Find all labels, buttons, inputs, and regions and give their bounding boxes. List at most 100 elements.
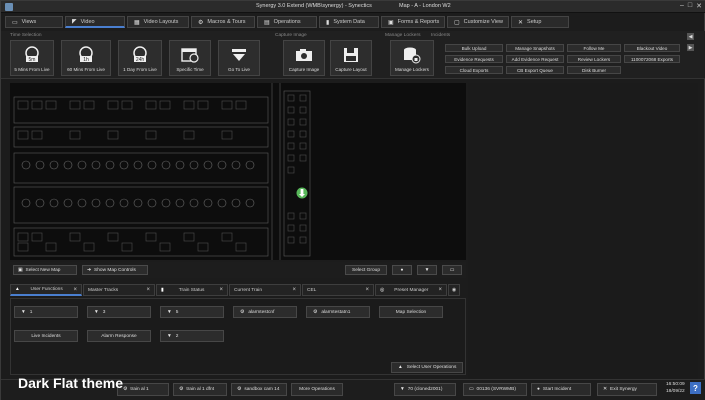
status-train-al-1-button[interactable]: ⚙ train al 1 <box>117 383 169 396</box>
disk-burner-button[interactable]: Disk Burner <box>567 66 621 74</box>
monitor-icon: ▭ <box>12 19 18 26</box>
close-tab-icon[interactable]: × <box>438 287 442 293</box>
function-button-alarmtestatn1[interactable]: ⚙ alarmtestatn1 <box>306 306 370 318</box>
svg-text:5m: 5m <box>29 57 36 63</box>
forms-icon: ▣ <box>388 19 394 26</box>
map-icon: ▣ <box>18 267 23 273</box>
function-button-2[interactable]: ▼ 2 <box>160 330 224 342</box>
function-button-1[interactable]: ▼ 1 <box>14 306 78 318</box>
clock-1h-icon: 1h <box>76 46 96 64</box>
preset-icon-button[interactable]: ▼ <box>417 265 437 275</box>
exit-synergy-button[interactable]: ✕ Exit Synergy <box>597 383 657 396</box>
svg-text:24h: 24h <box>136 57 145 63</box>
manage-snapshots-button[interactable]: Manage Snapshots <box>506 44 564 52</box>
monitor-icon: ▭ <box>469 387 474 392</box>
status-camera-button[interactable]: ▼ 70 (cloned2001) <box>394 383 456 396</box>
tab-views[interactable]: ▭ Views <box>5 16 63 28</box>
close-tab-icon[interactable]: × <box>219 287 223 293</box>
tab-current-train[interactable]: Current Train × <box>229 284 301 296</box>
select-user-operations-button[interactable]: ▲ Select User Operations <box>391 362 463 373</box>
application-window: Synergy 3.0 Extend (WMB\synergy) - Synec… <box>0 0 705 400</box>
preset-icon: ▼ <box>21 309 26 315</box>
time-selection-label: Time Selection <box>10 33 42 38</box>
manage-lockers-button[interactable]: Manage Lockers <box>390 40 434 76</box>
tab-user-functions[interactable]: ▲ User Functions × <box>10 284 82 296</box>
user-icon-button[interactable]: ● <box>392 265 412 275</box>
title-bar: Synergy 3.0 Extend (WMB\synergy) - Synec… <box>1 1 705 13</box>
macro-icon: ⚙ <box>313 309 318 315</box>
cb-export-queue-button[interactable]: CB Export Queue <box>506 66 564 74</box>
clock-time: 16:50:09 <box>666 382 685 387</box>
tab-video-layouts[interactable]: ▦ Video Layouts <box>127 16 189 28</box>
locker-icon <box>402 46 422 64</box>
tab-setup[interactable]: ✕ Setup <box>511 16 569 28</box>
sixty-mins-from-live-button[interactable]: 1h 60 Mins From Live <box>61 40 111 76</box>
overflow-icon: ◉ <box>451 287 457 293</box>
exports-button[interactable]: 1100072068 Exports <box>624 55 680 63</box>
incidents-label: Incidents <box>431 33 451 38</box>
tab-cel[interactable]: CEL × <box>302 284 374 296</box>
tab-preset-manager[interactable]: ◎ Preset Manager × <box>375 284 447 296</box>
ribbon-scroll-right-icon[interactable]: ▶ <box>687 44 694 51</box>
one-day-from-live-button[interactable]: 24h 1 Day From Live <box>118 40 162 76</box>
screen-icon-button[interactable]: ▭ <box>442 265 462 275</box>
save-disk-icon <box>341 46 361 64</box>
capture-image-button[interactable]: Capture Image <box>283 40 325 76</box>
alarm-response-button[interactable]: Alarm Response <box>87 330 151 342</box>
preset-icon: ▼ <box>94 309 99 315</box>
status-monitor-button[interactable]: ▭ 00136 (SVRWMB) <box>463 383 527 396</box>
floor-plan-map[interactable] <box>10 83 466 260</box>
function-button-alarmtestcnf[interactable]: ⚙ alarmtestcnf <box>233 306 297 318</box>
calendar-clock-icon <box>180 46 200 64</box>
map-toolbar: ▣ Select New Map ➜ Show Map Controls Selec… <box>10 262 466 278</box>
tab-system-data[interactable]: ▮ System Data <box>319 16 379 28</box>
follow-me-button[interactable]: Follow Me <box>567 44 621 52</box>
minimize-icon[interactable]: – <box>680 2 684 10</box>
tab-customize-view[interactable]: ▢ Customize View <box>447 16 509 28</box>
live-incidents-button[interactable]: Live Incidents <box>14 330 78 342</box>
macro-icon: ⚙ <box>123 387 128 392</box>
preset-icon: ▼ <box>167 309 172 315</box>
close-tab-icon[interactable]: × <box>73 287 77 293</box>
close-tab-icon[interactable]: × <box>146 287 150 293</box>
tab-master-tracks[interactable]: Master Tracks × <box>83 284 155 296</box>
start-incident-button[interactable]: ● Start Incident <box>531 383 591 396</box>
tab-operations[interactable]: ▤ Operations <box>257 16 317 28</box>
specific-time-button[interactable]: Specific Time <box>169 40 211 76</box>
evidence-requests-button[interactable]: Evidence Requests <box>445 55 503 63</box>
close-tab-icon[interactable]: × <box>365 287 369 293</box>
add-evidence-request-button[interactable]: Add Evidence Request <box>506 55 564 63</box>
five-mins-from-live-button[interactable]: 5m 5 Mins From Live <box>10 40 54 76</box>
bulk-upload-button[interactable]: Bulk Upload <box>445 44 503 52</box>
tab-video[interactable]: ◤ Video <box>65 16 125 28</box>
review-lockers-button[interactable]: Review Lockers <box>567 55 621 63</box>
more-operations-button[interactable]: More Operations <box>291 383 343 396</box>
capture-layout-button[interactable]: Capture Layout <box>330 40 372 76</box>
blackout-video-button[interactable]: Blackout Video <box>624 44 680 52</box>
tab-macros-tours[interactable]: ⚙ Macros & Tours <box>191 16 255 28</box>
cloud-exports-button[interactable]: Cloud Exports <box>445 66 503 74</box>
go-to-live-button[interactable]: Go To Live <box>218 40 260 76</box>
tab-overflow[interactable]: ◉ <box>448 284 460 296</box>
ribbon-scroll-left-icon[interactable]: ◀ <box>687 33 694 40</box>
macro-icon: ⚙ <box>237 387 242 392</box>
tab-forms-reports[interactable]: ▣ Forms & Reports <box>381 16 445 28</box>
svg-text:1h: 1h <box>83 57 89 63</box>
help-button[interactable]: ? <box>690 382 701 394</box>
status-train-al-1-dfnt-button[interactable]: ⚙ train al 1 dfnt <box>173 383 227 396</box>
maximize-icon[interactable]: □ <box>688 2 692 10</box>
window-title: Synergy 3.0 Extend (WMB\synergy) - Synec… <box>256 3 372 9</box>
function-button-5[interactable]: ▼ 5 <box>160 306 224 318</box>
user-icon: ▲ <box>15 287 20 292</box>
close-tab-icon[interactable]: × <box>292 287 296 293</box>
user-icon: ▲ <box>398 365 403 370</box>
preset-icon: ▼ <box>424 267 430 273</box>
tab-train-status[interactable]: ▮ Train Status × <box>156 284 228 296</box>
select-new-map-button[interactable]: ▣ Select New Map <box>13 265 77 275</box>
function-button-3[interactable]: ▼ 3 <box>87 306 151 318</box>
select-group-button[interactable]: Select Group <box>345 265 387 275</box>
close-icon[interactable]: ✕ <box>696 2 702 10</box>
show-map-controls-button[interactable]: ➜ Show Map Controls <box>82 265 148 275</box>
status-sandbox-cam-button[interactable]: ⚙ sandbox cam 14 <box>231 383 287 396</box>
map-selection-button[interactable]: Map Selection <box>379 306 443 318</box>
